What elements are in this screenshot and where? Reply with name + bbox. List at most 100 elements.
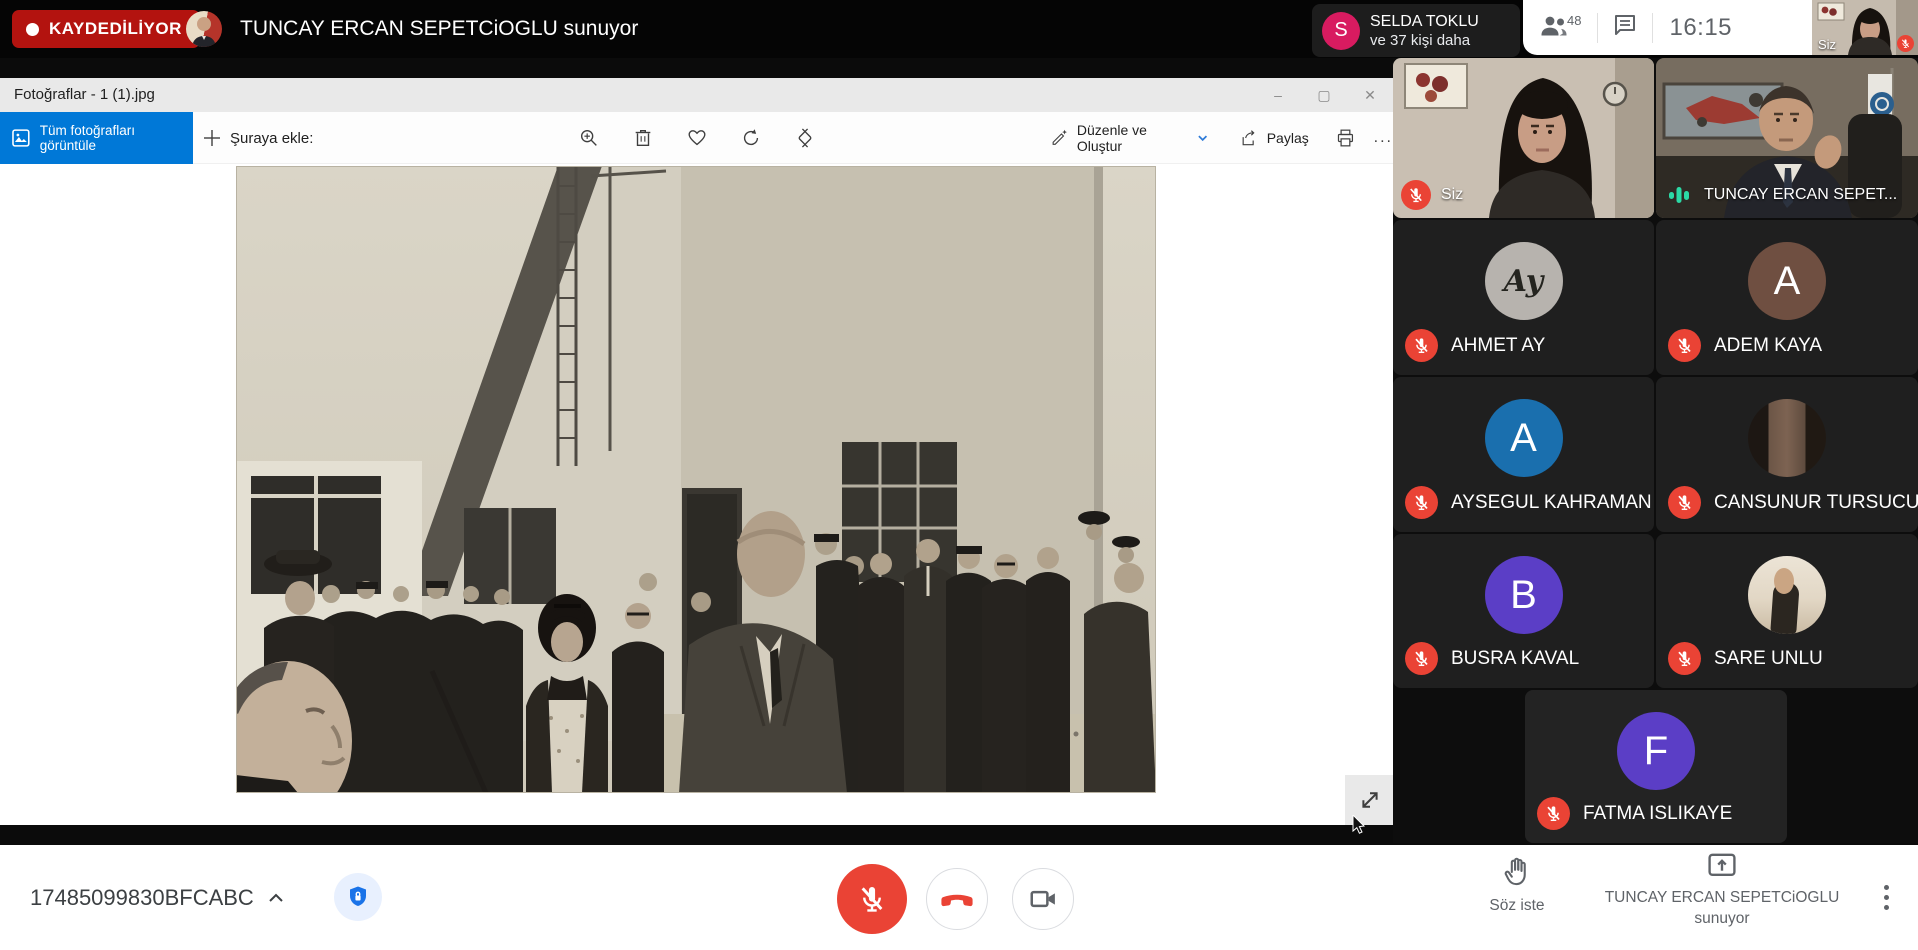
share-icon (1239, 128, 1259, 148)
recording-badge[interactable]: KAYDEDİLİYOR (12, 10, 200, 48)
crop-icon[interactable] (794, 127, 816, 149)
participant-name: BUSRA KAVAL (1451, 648, 1579, 670)
avatar: F (1617, 712, 1695, 790)
participant-tile-sare-unlu[interactable]: SARE UNLU (1656, 534, 1918, 688)
mic-muted-icon (1668, 329, 1701, 362)
shared-photos-window: Fotoğraflar - 1 (1).jpg – ▢ ✕ Tüm fotoğr… (0, 78, 1393, 825)
print-icon[interactable] (1335, 127, 1356, 149)
minimize-button[interactable]: – (1255, 78, 1301, 112)
avatar: A (1485, 399, 1563, 477)
meet-call-screen: KAYDEDİLİYOR TUNCAY ERCAN SEPETCiOGLU su… (0, 0, 1918, 950)
people-icon (1539, 12, 1569, 43)
edit-create-button[interactable]: Düzenle ve Oluştur (1050, 122, 1209, 154)
share-button[interactable]: Paylaş (1239, 128, 1309, 148)
chevron-up-icon (268, 892, 284, 904)
participant-name: SARE UNLU (1714, 648, 1823, 670)
mic-muted-icon (1401, 180, 1431, 210)
participant-tile-busra-kaval[interactable]: B BUSRA KAVAL (1393, 534, 1654, 688)
delete-icon[interactable] (632, 127, 654, 149)
meeting-code: 17485099830BFCABC (30, 885, 254, 911)
mic-muted-icon (1668, 642, 1701, 675)
presenting-name: TUNCAY ERCAN SEPETCiOGLU (1592, 889, 1852, 907)
toast-others: ve 37 kişi daha (1370, 31, 1479, 50)
photo-icon (12, 129, 30, 147)
favorite-icon[interactable] (686, 127, 708, 149)
view-all-photos-button[interactable]: Tüm fotoğrafları görüntüle (0, 112, 193, 164)
participant-name: FATMA ISLIKAYE (1583, 803, 1732, 825)
chevron-down-icon (1197, 132, 1208, 144)
participants-count: 48 (1567, 13, 1581, 28)
participant-tile-ahmet-ay[interactable]: Ay AHMET AY (1393, 220, 1654, 375)
presenting-word: sunuyor (1592, 910, 1852, 928)
zoom-icon[interactable] (578, 127, 600, 149)
photos-window-title: Fotoğraflar - 1 (1).jpg (14, 78, 155, 112)
participant-name: CANSUNUR TURSUCU (1714, 492, 1918, 514)
meeting-safety-button[interactable] (334, 873, 382, 921)
avatar (1748, 556, 1826, 634)
self-view-thumbnail[interactable]: Siz (1812, 0, 1918, 55)
avatar: A (1748, 242, 1826, 320)
divider (1652, 13, 1653, 43)
more-options-button[interactable]: ... (1374, 129, 1393, 147)
edit-icon (1050, 128, 1069, 148)
expand-icon (1357, 787, 1383, 813)
meeting-code-button[interactable]: 17485099830BFCABC (30, 845, 284, 950)
top-bar: KAYDEDİLİYOR TUNCAY ERCAN SEPETCiOGLU su… (0, 0, 1918, 58)
add-to-button[interactable]: Şuraya ekle: (202, 112, 313, 164)
presenting-status[interactable]: TUNCAY ERCAN SEPETCiOGLU sunuyor (1592, 853, 1852, 928)
call-controls-bar: 17485099830BFCABC (0, 845, 1918, 950)
speaking-indicator-icon (1664, 180, 1694, 210)
participants-sidebar: Siz (1393, 58, 1918, 843)
plus-icon (202, 128, 222, 148)
participant-tile-aysegul-kahraman[interactable]: A AYSEGUL KAHRAMAN (1393, 377, 1654, 532)
avatar (1748, 399, 1826, 477)
photos-toolbar: Tüm fotoğrafları görüntüle Şuraya ekle: (0, 112, 1393, 164)
participant-tile-adem-kaya[interactable]: A ADEM KAYA (1656, 220, 1918, 375)
mic-muted-icon (1405, 486, 1438, 519)
mic-muted-icon (1897, 35, 1914, 52)
leave-call-button[interactable] (926, 868, 988, 930)
toast-name: SELDA TOKLU (1370, 12, 1479, 31)
shield-lock-icon (346, 885, 370, 909)
avatar: Ay (1485, 242, 1563, 320)
tile-name: TUNCAY ERCAN SEPET... (1704, 186, 1897, 204)
participant-name: AHMET AY (1451, 335, 1545, 357)
microphone-toggle-button[interactable] (837, 864, 907, 934)
participant-tile-fatma-islikaye[interactable]: F FATMA ISLIKAYE (1525, 690, 1787, 843)
mic-muted-icon (1405, 642, 1438, 675)
shared-photo (236, 166, 1156, 793)
more-options-button[interactable] (1884, 845, 1889, 950)
participant-name: ADEM KAYA (1714, 335, 1822, 357)
mic-muted-icon (1668, 486, 1701, 519)
avatar: B (1485, 556, 1563, 634)
video-tile-presenter[interactable]: TUNCAY ERCAN SEPET... (1656, 58, 1918, 218)
raise-hand-button[interactable]: Söz iste (1472, 857, 1562, 915)
self-thumb-label: Siz (1818, 37, 1836, 52)
maximize-button[interactable]: ▢ (1301, 78, 1347, 112)
raise-hand-label: Söz iste (1472, 897, 1562, 915)
close-button[interactable]: ✕ (1347, 78, 1393, 112)
toast-avatar: S (1322, 12, 1360, 50)
presenter-avatar (186, 11, 222, 47)
mic-muted-icon (1405, 329, 1438, 362)
presenter-title: TUNCAY ERCAN SEPETCiOGLU sunuyor (240, 0, 638, 58)
rotate-icon[interactable] (740, 127, 762, 149)
mic-muted-icon (856, 883, 888, 915)
participants-button[interactable]: 48 (1539, 12, 1583, 43)
participant-tile-cansunur-tursucu[interactable]: CANSUNUR TURSUCU (1656, 377, 1918, 532)
mic-muted-icon (1537, 797, 1570, 830)
hand-icon (1503, 857, 1531, 887)
camera-icon (1028, 884, 1058, 914)
video-tile-self[interactable]: Siz (1393, 58, 1654, 218)
divider (1597, 13, 1598, 43)
camera-toggle-button[interactable] (1012, 868, 1074, 930)
present-screen-icon (1707, 853, 1737, 879)
participants-toast: S SELDA TOKLU ve 37 kişi daha (1312, 4, 1520, 57)
participant-name: AYSEGUL KAHRAMAN (1451, 492, 1652, 514)
tile-name: Siz (1441, 186, 1463, 204)
chat-button[interactable] (1612, 12, 1638, 43)
mouse-cursor (1352, 815, 1368, 835)
recording-dot-icon (26, 23, 39, 36)
call-end-icon (940, 882, 974, 916)
top-controls-panel: 48 16:15 (1523, 0, 1812, 55)
